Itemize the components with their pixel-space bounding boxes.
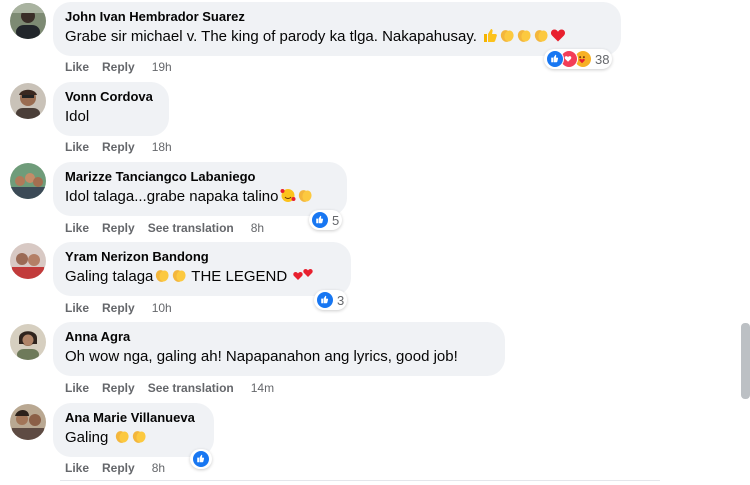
comment-author[interactable]: Vonn Cordova (65, 89, 157, 105)
reaction-count: 5 (332, 212, 340, 228)
reaction-summary[interactable]: 38 (544, 49, 613, 69)
comment-timestamp[interactable]: 18h (152, 140, 172, 154)
clap-icon (154, 267, 170, 283)
comment-timestamp[interactable]: 8h (152, 461, 165, 475)
clap-icon (499, 27, 515, 43)
see-translation-link[interactable]: See translation (148, 381, 234, 395)
reply-button[interactable]: Reply (102, 60, 135, 74)
like-button[interactable]: Like (65, 60, 89, 74)
comment-author[interactable]: Anna Agra (65, 329, 493, 345)
like-button[interactable]: Like (65, 461, 89, 475)
reaction-count: 38 (595, 51, 610, 67)
clap-icon (516, 27, 532, 43)
avatar[interactable] (10, 324, 46, 360)
comment-text-after: THE LEGEND (187, 268, 292, 285)
like-reaction-icon (316, 291, 334, 309)
avatar[interactable] (10, 163, 46, 199)
avatar[interactable] (10, 83, 46, 119)
reply-button[interactable]: Reply (102, 381, 135, 395)
reaction-count: 3 (337, 292, 345, 308)
see-translation-link[interactable]: See translation (148, 221, 234, 235)
hearts-icon (292, 267, 314, 283)
reply-button[interactable]: Reply (102, 140, 135, 154)
reaction-summary[interactable] (190, 449, 212, 469)
thumbs-up-icon (482, 27, 498, 43)
comment-text-content: Galing (65, 429, 113, 446)
comment-timestamp[interactable]: 19h (152, 60, 172, 74)
comment-text: Oh wow nga, galing ah! Napapanahon ang l… (65, 348, 458, 365)
comment-text: Grabe sir michael v. The king of parody … (65, 27, 609, 47)
reaction-summary[interactable]: 5 (309, 210, 343, 230)
comment-bubble: Ana Marie Villanueva Galing (53, 403, 214, 457)
comment-bubble: Marizze Tanciangco Labaniego Idol talaga… (53, 162, 347, 216)
comment-actions: Like Reply 18h (65, 139, 185, 155)
comment-timestamp[interactable]: 14m (251, 381, 274, 395)
comment-author[interactable]: Marizze Tanciangco Labaniego (65, 169, 335, 185)
comment-author[interactable]: Ana Marie Villanueva (65, 410, 202, 426)
red-heart-icon (550, 27, 566, 43)
comment-timestamp[interactable]: 10h (152, 301, 172, 315)
comment-actions: Like Reply 8h (65, 460, 178, 476)
avatar[interactable] (10, 243, 46, 279)
clap-icon (297, 187, 313, 203)
clap-icon (533, 27, 549, 43)
scrollbar-thumb[interactable] (741, 323, 750, 399)
comment-text-content: Grabe sir michael v. The king of parody … (65, 28, 477, 45)
comment-bubble: John Ivan Hembrador Suarez Grabe sir mic… (53, 2, 621, 56)
comment-text: Galing talaga THE LEGEND (65, 267, 339, 287)
comment-actions: Like Reply 10h (65, 300, 185, 316)
reply-button[interactable]: Reply (102, 461, 135, 475)
reaction-summary[interactable]: 3 (314, 290, 348, 310)
comment-text-content: Idol talaga...grabe napaka talino (65, 188, 279, 205)
comment-text-before: Galing talaga (65, 268, 154, 285)
like-button[interactable]: Like (65, 301, 89, 315)
comment-timestamp[interactable]: 8h (251, 221, 264, 235)
comment-bubble: Vonn Cordova Idol (53, 82, 169, 136)
like-reaction-icon (546, 50, 564, 68)
like-button[interactable]: Like (65, 381, 89, 395)
comment-actions: Like Reply See translation 14m (65, 380, 287, 396)
like-reaction-icon (311, 211, 329, 229)
comment-text: Idol talaga...grabe napaka talino (65, 187, 335, 207)
comment-author[interactable]: John Ivan Hembrador Suarez (65, 9, 609, 25)
clap-icon (114, 428, 130, 444)
clap-icon (171, 267, 187, 283)
smiling-face-with-hearts-icon (280, 187, 296, 203)
divider (60, 480, 660, 481)
like-button[interactable]: Like (65, 140, 89, 154)
avatar[interactable] (10, 3, 46, 39)
comment-bubble: Yram Nerizon Bandong Galing talaga THE L… (53, 242, 351, 296)
comment-text: Galing (65, 428, 202, 448)
reply-button[interactable]: Reply (102, 221, 135, 235)
comments-panel: John Ivan Hembrador Suarez Grabe sir mic… (0, 0, 750, 485)
comment-author[interactable]: Yram Nerizon Bandong (65, 249, 339, 265)
clap-icon (131, 428, 147, 444)
comment-bubble: Anna Agra Oh wow nga, galing ah! Napapan… (53, 322, 505, 376)
like-reaction-icon (192, 450, 210, 468)
comment-actions: Like Reply 19h (65, 59, 185, 75)
comment-actions: Like Reply See translation 8h (65, 220, 277, 236)
like-button[interactable]: Like (65, 221, 89, 235)
reply-button[interactable]: Reply (102, 301, 135, 315)
comment-text: Idol (65, 108, 90, 125)
avatar[interactable] (10, 404, 46, 440)
